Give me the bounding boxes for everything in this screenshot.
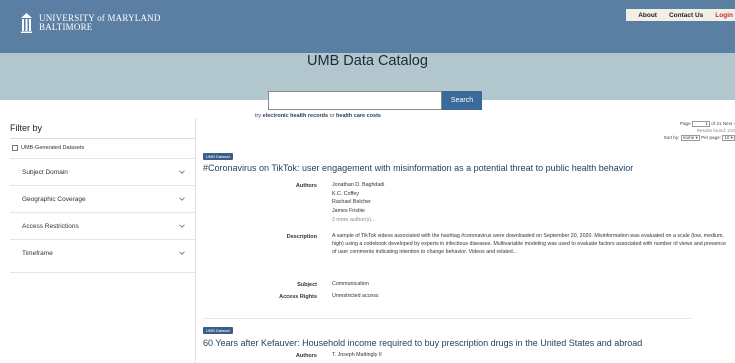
umb-generated-checkbox[interactable] (12, 145, 18, 151)
author-link[interactable]: K.C. Coffey (332, 190, 384, 199)
chevron-down-icon (179, 251, 185, 255)
facet-label: Subject Domain (22, 168, 68, 176)
sortby-select[interactable]: name ▾ (680, 134, 700, 141)
description-label: Description (286, 234, 317, 240)
facet-geographic-coverage[interactable]: Geographic Coverage (10, 185, 195, 212)
result-title-link[interactable]: #Coronavirus on TikTok: user engagement … (203, 163, 633, 173)
search-button[interactable]: Search (442, 91, 482, 110)
sortby-value: name (682, 134, 695, 140)
author-link[interactable]: T. Joseph Mattingly II (332, 351, 382, 360)
result-divider (203, 318, 691, 319)
description-text: A sample of TikTok videos associated wit… (332, 233, 726, 256)
site-header: UNIVERSITY of MARYLAND BALTIMORE About C… (0, 0, 735, 53)
access-rights-value: Unrestricted access (332, 293, 379, 299)
top-nav: About Contact Us Login (626, 9, 735, 21)
access-rights-label: Access Rights (279, 294, 317, 300)
sortby-label: Sort by: (663, 135, 680, 140)
chevron-down-icon (179, 224, 185, 228)
sidebar-border (195, 118, 196, 363)
authors-list: T. Joseph Mattingly II (332, 351, 382, 360)
results-count: Results found: 210 (696, 128, 735, 133)
authors-label: Authors (295, 183, 317, 189)
logo-line-baltimore: BALTIMORE (39, 22, 93, 32)
results-meta: Page 1 of 21 Next › Results found: 210 S… (615, 120, 735, 141)
filter-heading: Filter by (10, 123, 43, 133)
perpage-label: Per page: (701, 135, 721, 140)
authors-list: Jonathan D. Baghdadi K.C. Coffey Rachael… (332, 181, 384, 225)
subject-value: Communication (332, 281, 369, 287)
facet-label: Timeframe (22, 249, 53, 257)
page-of-text: of 21 (711, 121, 722, 126)
more-authors-link[interactable]: 3 more author(s)... (332, 216, 384, 225)
facet-subject-domain[interactable]: Subject Domain (10, 158, 195, 185)
search-input[interactable] (268, 91, 442, 110)
subject-label: Subject (297, 282, 317, 288)
umb-dataset-badge: UMB Dataset (203, 153, 233, 160)
umb-logo[interactable]: UNIVERSITY of MARYLAND BALTIMORE (20, 12, 161, 34)
next-page-link[interactable]: Next › (723, 121, 735, 126)
nav-contact-link[interactable]: Contact Us (663, 9, 709, 21)
umb-generated-filter[interactable]: UMB-Generated Datasets (12, 145, 84, 151)
search-bar: Search (268, 91, 482, 110)
author-link[interactable]: Rachael Belcher (332, 198, 384, 207)
suggestion-costs-link[interactable]: health care costs (336, 113, 381, 119)
nav-login-link[interactable]: Login (709, 9, 735, 21)
logo-text: UNIVERSITY of MARYLAND BALTIMORE (39, 14, 161, 32)
chevron-down-icon (179, 197, 185, 201)
umb-dataset-badge: UMB Dataset (203, 327, 233, 334)
facet-access-restrictions[interactable]: Access Restrictions (10, 212, 195, 239)
university-seal-icon (21, 13, 32, 33)
suggestion-ehr-link[interactable]: electronic health records (263, 113, 328, 119)
search-suggestions: try electronic health records or health … (255, 113, 381, 119)
facet-divider (10, 272, 195, 273)
facet-label: Geographic Coverage (22, 195, 86, 203)
facet-timeframe[interactable]: Timeframe (10, 239, 195, 266)
author-link[interactable]: James Frisbie (332, 207, 384, 216)
try-prefix: try (255, 113, 262, 119)
page-label: Page (679, 121, 691, 126)
page-number-input[interactable]: 1 (691, 120, 710, 127)
authors-label: Authors (295, 353, 317, 359)
result-title-link[interactable]: 60 Years after Kefauver: Household incom… (203, 338, 642, 348)
sort-controls: Sort by: name ▾ Per page: 10 ▾ (615, 134, 735, 141)
perpage-value: 10 (724, 134, 730, 140)
nav-about-link[interactable]: About (632, 9, 663, 21)
chevron-down-icon (179, 170, 185, 174)
pagination: Page 1 of 21 Next › (615, 120, 735, 127)
filter-divider (10, 138, 195, 139)
umb-generated-label: UMB-Generated Datasets (21, 145, 85, 151)
facet-label: Access Restrictions (22, 222, 79, 230)
perpage-select[interactable]: 10 ▾ (722, 134, 735, 141)
or-text: or (329, 113, 335, 119)
author-link[interactable]: Jonathan D. Baghdadi (332, 181, 384, 190)
page-title: UMB Data Catalog (307, 53, 428, 69)
